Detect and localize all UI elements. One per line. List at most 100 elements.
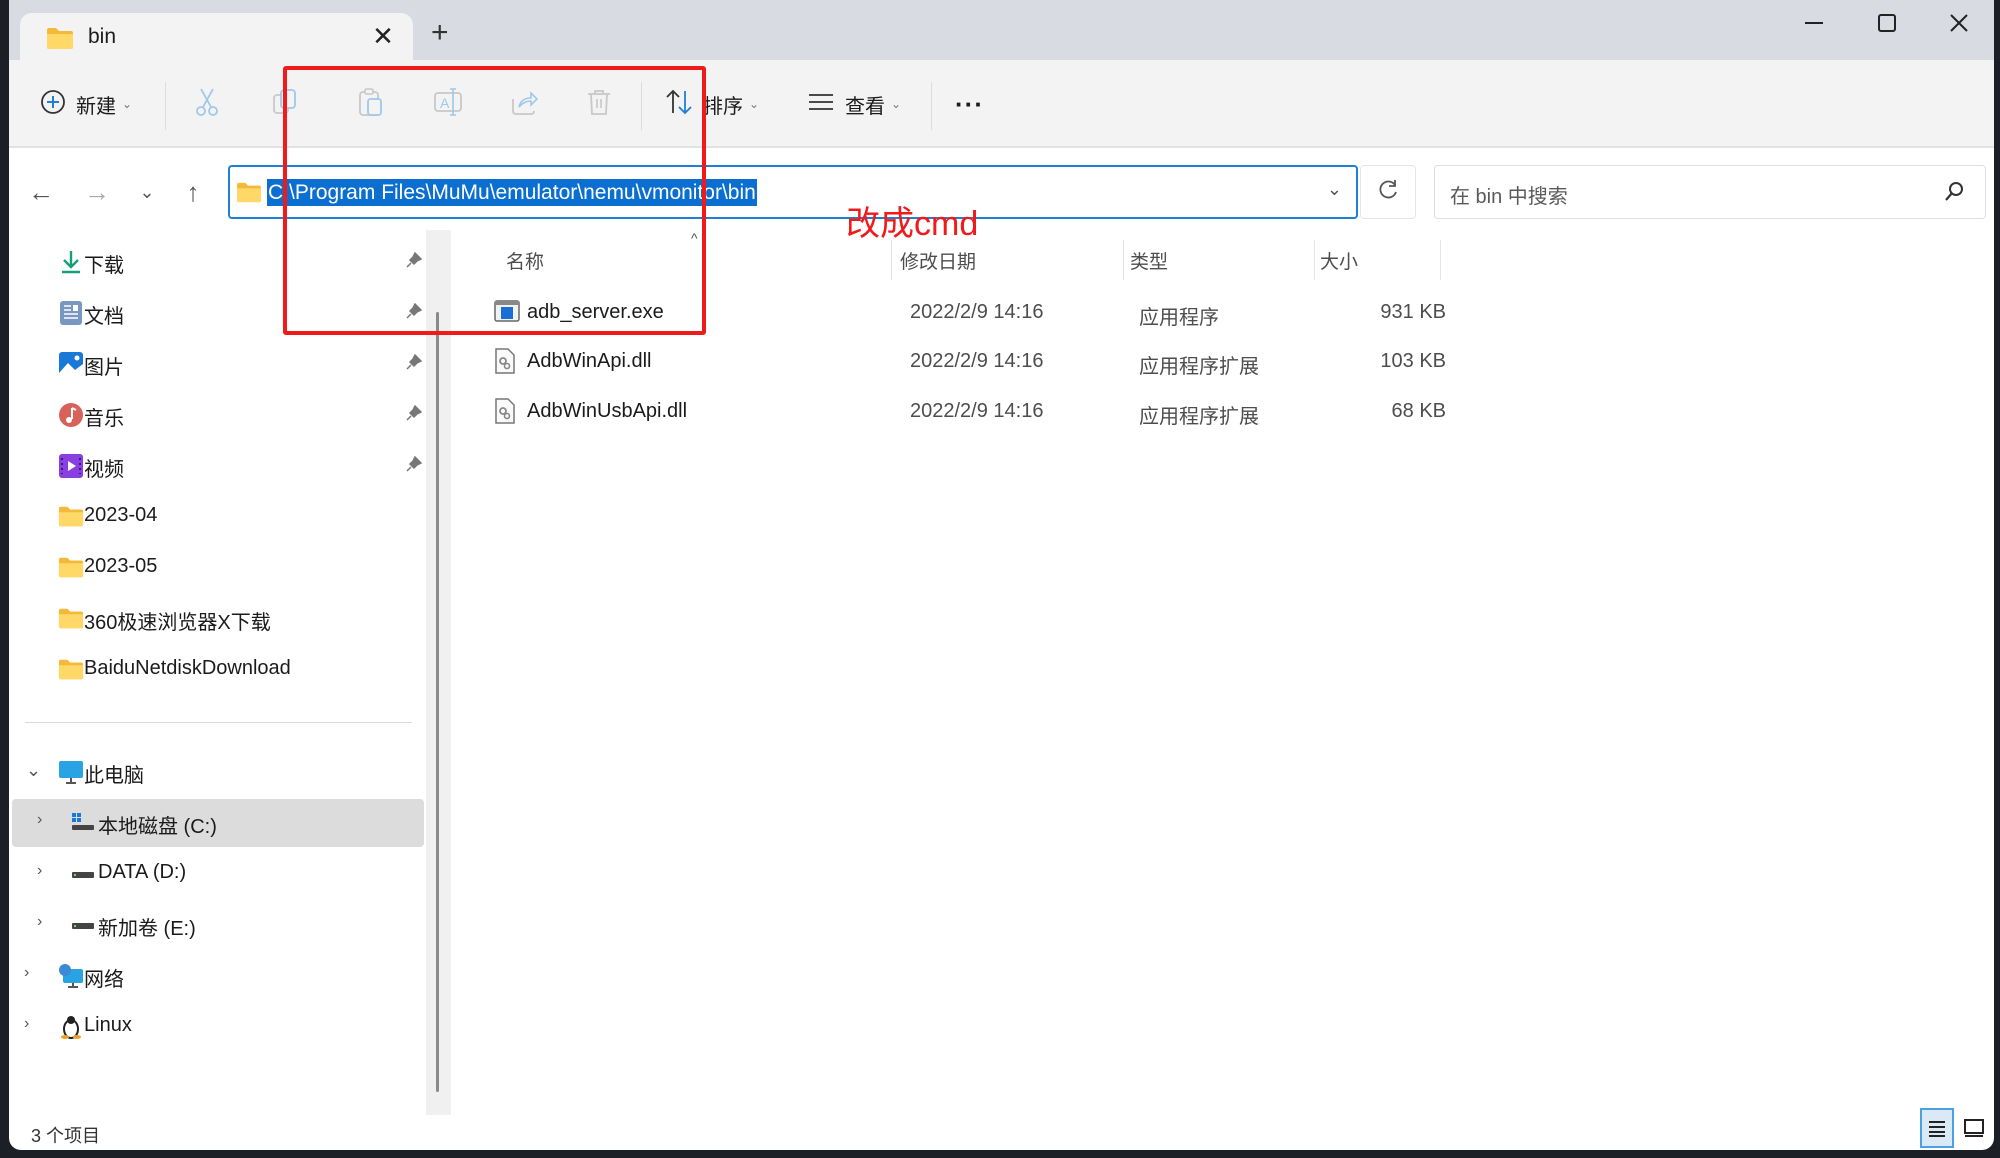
sidebar-item-music[interactable]: 音乐 xyxy=(12,391,424,439)
download-icon xyxy=(58,249,84,275)
column-divider[interactable] xyxy=(1314,240,1315,280)
more-options-button[interactable]: ··· xyxy=(955,60,984,148)
pin-icon[interactable] xyxy=(406,302,423,324)
computer-icon xyxy=(58,759,84,785)
tab-bar: bin ✕ + xyxy=(9,0,1994,63)
back-button[interactable]: ← xyxy=(23,172,59,212)
dll-icon xyxy=(494,398,516,429)
forward-button[interactable]: → xyxy=(79,172,115,212)
up-button[interactable]: ↑ xyxy=(175,172,211,212)
column-header-type[interactable]: 类型 xyxy=(1130,240,1310,280)
paste-button[interactable] xyxy=(357,60,385,148)
column-divider[interactable] xyxy=(1440,240,1441,280)
search-box[interactable]: 在 bin 中搜索 xyxy=(1434,165,1986,219)
chevron-down-icon[interactable]: ⌄ xyxy=(26,760,41,781)
file-row[interactable]: AdbWinUsbApi.dll 2022/2/9 14:16 应用程序扩展 6… xyxy=(479,388,1449,434)
sidebar-item-label: 本地磁盘 (C:) xyxy=(98,816,217,838)
sidebar-item-downloads[interactable]: 下载 xyxy=(12,238,424,286)
sidebar-item-360-downloads[interactable]: 360极速浏览器X下载 xyxy=(12,595,424,643)
videos-icon xyxy=(58,453,84,479)
plus-circle-icon xyxy=(40,89,66,120)
file-modified: 2022/2/9 14:16 xyxy=(910,400,1044,422)
new-tab-button[interactable]: + xyxy=(431,18,449,48)
rename-button[interactable]: A xyxy=(433,60,463,148)
chevron-right-icon[interactable]: › xyxy=(24,964,29,982)
file-explorer-window: bin ✕ + 新建 ⌄ A 排序 ⌄ 查看 ⌄ ··· ← → ⌄ ↑ C:\… xyxy=(9,0,1994,1150)
column-divider[interactable] xyxy=(891,240,892,280)
pin-icon[interactable] xyxy=(406,353,423,375)
column-header-size[interactable]: 大小 xyxy=(1320,240,1440,280)
delete-button[interactable] xyxy=(585,60,613,148)
sidebar-item-pictures[interactable]: 图片 xyxy=(12,340,424,388)
sidebar-item-drive-c[interactable]: › 本地磁盘 (C:) xyxy=(12,799,424,847)
search-input[interactable]: 在 bin 中搜索 xyxy=(1450,180,1568,209)
file-type: 应用程序 xyxy=(1139,307,1219,329)
tab-bin[interactable]: bin ✕ xyxy=(20,13,413,63)
maximize-button[interactable] xyxy=(1857,8,1917,38)
refresh-button[interactable] xyxy=(1360,165,1416,219)
sidebar-item-label: 图片 xyxy=(84,357,124,379)
file-row[interactable]: AdbWinApi.dll 2022/2/9 14:16 应用程序扩展 103 … xyxy=(479,338,1449,384)
sidebar-item-videos[interactable]: 视频 xyxy=(12,442,424,490)
column-divider[interactable] xyxy=(1123,240,1124,280)
sidebar-item-label: 2023-04 xyxy=(84,504,158,526)
chevron-down-icon: ⌄ xyxy=(122,97,133,111)
sidebar-item-label: 新加卷 (E:) xyxy=(98,918,196,940)
sidebar-scrollbar[interactable] xyxy=(426,230,451,1115)
chevron-right-icon[interactable]: › xyxy=(37,811,42,829)
folder-icon xyxy=(58,606,84,632)
close-window-button[interactable] xyxy=(1929,8,1989,38)
sidebar-item-network[interactable]: › 网络 xyxy=(12,952,424,1000)
chevron-right-icon[interactable]: › xyxy=(37,862,42,880)
sidebar-item-documents[interactable]: 文档 xyxy=(12,289,424,337)
recent-locations-button[interactable]: ⌄ xyxy=(129,172,165,212)
sidebar-item-baidunetdisk[interactable]: BaiduNetdiskDownload xyxy=(12,646,424,694)
sidebar-item-drive-e[interactable]: › 新加卷 (E:) xyxy=(12,901,424,949)
column-header-modified[interactable]: 修改日期 xyxy=(900,240,1120,280)
minimize-button[interactable] xyxy=(1784,8,1844,38)
folder-icon xyxy=(58,657,84,683)
dll-icon xyxy=(494,348,516,379)
pin-icon[interactable] xyxy=(406,455,423,477)
music-icon xyxy=(58,402,84,428)
chevron-right-icon[interactable]: › xyxy=(37,913,42,931)
tab-title: bin xyxy=(88,25,117,48)
sidebar-item-linux[interactable]: › Linux xyxy=(12,1003,424,1051)
address-dropdown-icon[interactable]: ⌄ xyxy=(1327,179,1342,200)
delete-icon xyxy=(585,87,613,122)
sidebar-item-label: DATA (D:) xyxy=(98,861,187,883)
sidebar-item-drive-d[interactable]: › DATA (D:) xyxy=(12,850,424,898)
chevron-right-icon[interactable]: › xyxy=(24,1015,29,1033)
file-row[interactable]: adb_server.exe 2022/2/9 14:16 应用程序 931 K… xyxy=(479,289,1449,335)
search-icon xyxy=(1943,180,1965,207)
address-bar[interactable]: C:\Program Files\MuMu\emulator\nemu\vmon… xyxy=(228,165,1358,219)
sort-button[interactable]: 排序 ⌄ xyxy=(665,60,759,148)
copy-button[interactable] xyxy=(271,60,299,148)
address-input[interactable]: C:\Program Files\MuMu\emulator\nemu\vmon… xyxy=(267,179,757,206)
close-tab-icon[interactable]: ✕ xyxy=(368,21,398,52)
sort-label: 排序 xyxy=(703,95,743,118)
details-view-button[interactable] xyxy=(1920,1108,1954,1148)
sidebar-item-label: BaiduNetdiskDownload xyxy=(84,657,291,679)
status-item-count: 3 个项目 xyxy=(31,1126,101,1146)
cut-icon xyxy=(193,87,221,122)
sidebar-item-this-pc[interactable]: ⌄ 此电脑 xyxy=(12,748,424,796)
sidebar-item-label: 文档 xyxy=(84,306,124,328)
sidebar-item-label: 音乐 xyxy=(84,408,124,430)
column-header-name[interactable]: 名称 xyxy=(506,240,891,280)
sort-icon xyxy=(665,89,693,120)
sidebar-item-2023-04[interactable]: 2023-04 xyxy=(12,493,424,541)
sidebar-item-2023-05[interactable]: 2023-05 xyxy=(12,544,424,592)
sidebar-scrollbar-thumb[interactable] xyxy=(436,312,439,1092)
pin-icon[interactable] xyxy=(406,404,423,426)
pin-icon[interactable] xyxy=(406,251,423,273)
new-button[interactable]: 新建 ⌄ xyxy=(40,60,132,148)
sidebar-item-label: 360极速浏览器X下载 xyxy=(84,612,271,634)
cut-button[interactable] xyxy=(193,60,221,148)
share-button[interactable] xyxy=(509,60,539,148)
large-icons-view-button[interactable] xyxy=(1957,1108,1991,1148)
folder-icon xyxy=(58,555,84,581)
file-size: 931 KB xyxy=(1380,301,1446,323)
chevron-down-icon: ⌄ xyxy=(749,97,760,111)
view-button[interactable]: 查看 ⌄ xyxy=(807,60,901,148)
